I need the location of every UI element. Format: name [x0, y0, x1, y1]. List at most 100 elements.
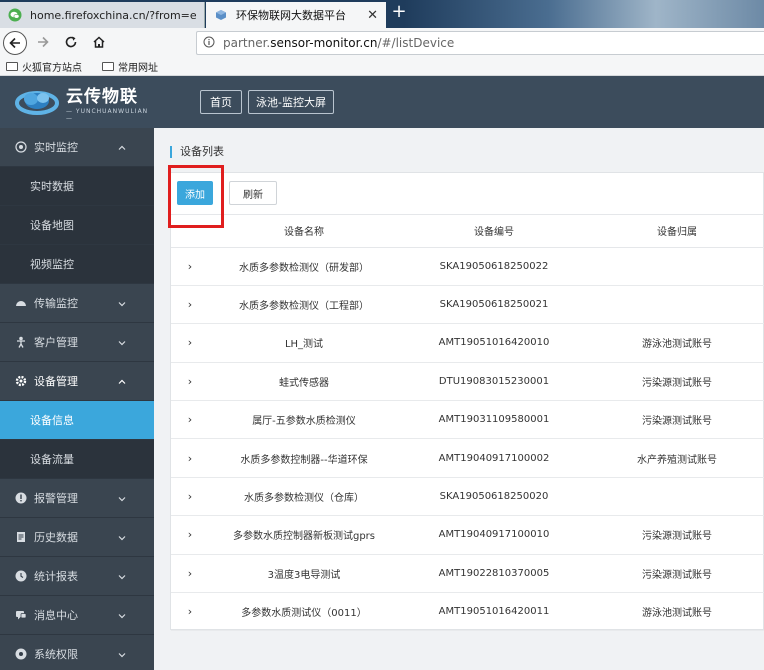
- url-host: sensor-monitor.cn: [270, 36, 378, 50]
- table-row[interactable]: › 水质多参数检测仪（仓库） SKA19050618250020: [171, 477, 764, 517]
- close-tab-icon[interactable]: ✕: [367, 8, 378, 23]
- chevron-down-icon: [118, 610, 126, 623]
- home-button[interactable]: [86, 30, 112, 56]
- sidebar-item-statistics-report[interactable]: 统计报表: [0, 557, 154, 596]
- forward-arrow-icon: [36, 35, 50, 52]
- browser-tab-platform[interactable]: 环保物联网大数据平台 ✕: [206, 2, 386, 28]
- sidebar-item-label: 报警管理: [34, 492, 78, 505]
- browser-tab-firefoxchina[interactable]: home.firefoxchina.cn/?from=extra_start: [0, 2, 205, 28]
- red-highlight-annotation: [168, 165, 224, 228]
- chevron-right-icon[interactable]: ›: [171, 477, 209, 517]
- device-owner-cell: [589, 247, 764, 286]
- new-tab-icon[interactable]: +: [390, 3, 408, 22]
- device-name-cell: 水质多参数检测仪（工程部）: [209, 285, 399, 325]
- chevron-right-icon[interactable]: ›: [171, 323, 209, 363]
- device-owner-cell: 污染源测试账号: [589, 554, 764, 594]
- chat-icon: [14, 608, 28, 622]
- table-row[interactable]: › 水质多参数检测仪（研发部） SKA19050618250022: [171, 247, 764, 286]
- sidebar-item-label: 设备信息: [30, 414, 74, 427]
- device-id-cell: SKA19050618250020: [399, 477, 589, 517]
- device-name-cell: 3温度3电导测试: [209, 554, 399, 594]
- device-id-cell: AMT19051016420011: [399, 592, 589, 632]
- url-path: /#/listDevice: [377, 36, 455, 50]
- app-logo[interactable]: 云传物联 — YUNCHUANWULIAN —: [14, 82, 154, 122]
- device-owner-cell: 游泳池测试账号: [589, 323, 764, 363]
- table-row[interactable]: › LH_测试 AMT19051016420010 游泳池测试账号: [171, 323, 764, 363]
- device-name-cell: 多参数水质控制器新板测试gprs: [209, 515, 399, 555]
- site-info-icon[interactable]: [203, 36, 215, 51]
- main-content: 设备列表 添加 刷新 设备名称 设备编号 设备归属 › 水质多参数检测仪（研发部…: [154, 128, 764, 670]
- chevron-right-icon[interactable]: ›: [171, 515, 209, 555]
- target-icon: [14, 140, 28, 154]
- sidebar-item-message-center[interactable]: 消息中心: [0, 596, 154, 635]
- device-owner-cell: 污染源测试账号: [589, 400, 764, 440]
- bookmark-common-sites[interactable]: 常用网址: [102, 59, 158, 74]
- sidebar-item-label: 统计报表: [34, 570, 78, 583]
- table-row[interactable]: › 多参数水质控制器新板测试gprs AMT19040917100010 污染源…: [171, 515, 764, 555]
- chevron-down-icon: [118, 298, 126, 311]
- sidebar-item-label: 历史数据: [34, 531, 78, 544]
- sidebar-item-label: 视频监控: [30, 258, 74, 271]
- logo-chinese: 云传物联: [66, 87, 138, 107]
- clock-icon: [14, 569, 28, 583]
- pool-monitor-screen-button[interactable]: 泳池-监控大屏: [248, 90, 334, 114]
- url-prefix: partner.: [223, 36, 271, 50]
- device-table: 设备名称 设备编号 设备归属 › 水质多参数检测仪（研发部） SKA190506…: [171, 215, 764, 632]
- table-row[interactable]: › 水质多参数检测仪（工程部） SKA19050618250021: [171, 285, 764, 325]
- folder-icon: [6, 62, 18, 71]
- sidebar-item-device-info[interactable]: 设备信息: [0, 401, 154, 440]
- sidebar-item-realtime-monitoring[interactable]: 实时监控: [0, 128, 154, 167]
- refresh-button[interactable]: 刷新: [229, 181, 277, 205]
- sidebar-item-device-management[interactable]: 设备管理: [0, 362, 154, 401]
- reload-icon: [64, 35, 78, 52]
- device-id-cell: AMT19040917100002: [399, 438, 589, 478]
- cube-icon: [214, 8, 228, 22]
- chevron-right-icon[interactable]: ›: [171, 438, 209, 478]
- alert-icon: [14, 491, 28, 505]
- chevron-right-icon[interactable]: ›: [171, 362, 209, 402]
- app-header: 云传物联 — YUNCHUANWULIAN — 首页 泳池-监控大屏: [0, 76, 764, 128]
- sidebar-item-device-traffic[interactable]: 设备流量: [0, 440, 154, 479]
- sidebar-item-transmission-monitoring[interactable]: 传输监控: [0, 284, 154, 323]
- device-name-cell: 蛙式传感器: [209, 362, 399, 402]
- chevron-right-icon[interactable]: ›: [171, 400, 209, 440]
- sidebar-item-realtime-data[interactable]: 实时数据: [0, 167, 154, 206]
- gear-icon: [14, 374, 28, 388]
- column-header-device-owner[interactable]: 设备归属: [589, 215, 764, 248]
- chevron-down-icon: [118, 493, 126, 506]
- column-header-device-id[interactable]: 设备编号: [399, 215, 589, 248]
- table-header-row: 设备名称 设备编号 设备归属: [171, 215, 764, 248]
- sidebar-item-history-data[interactable]: 历史数据: [0, 518, 154, 557]
- sidebar-item-label: 消息中心: [34, 609, 78, 622]
- chevron-right-icon[interactable]: ›: [171, 285, 209, 325]
- forward-button[interactable]: [30, 30, 56, 56]
- address-bar[interactable]: partner. sensor-monitor.cn/#/listDevice: [196, 31, 764, 55]
- home-nav-button[interactable]: 首页: [200, 90, 242, 114]
- chevron-right-icon[interactable]: ›: [171, 592, 209, 632]
- device-name-cell: 水质多参数控制器--华道环保: [209, 438, 399, 478]
- sidebar-item-system-permission[interactable]: 系统权限: [0, 635, 154, 670]
- bookmark-firefox-site[interactable]: 火狐官方站点: [6, 59, 82, 74]
- document-icon: [14, 530, 28, 544]
- reload-button[interactable]: [58, 30, 84, 56]
- sidebar-item-customer-management[interactable]: 客户管理: [0, 323, 154, 362]
- chevron-right-icon[interactable]: ›: [171, 247, 209, 286]
- table-row[interactable]: › 蛙式传感器 DTU19083015230001 污染源测试账号: [171, 362, 764, 402]
- sidebar-item-video-monitoring[interactable]: 视频监控: [0, 245, 154, 284]
- table-row[interactable]: › 多参数水质测试仪（0011） AMT19051016420011 游泳池测试…: [171, 592, 764, 632]
- folder-icon: [102, 62, 114, 71]
- logo-english: — YUNCHUANWULIAN —: [66, 108, 149, 122]
- table-row[interactable]: › 3温度3电导测试 AMT19022810370005 污染源测试账号: [171, 554, 764, 594]
- chevron-right-icon[interactable]: ›: [171, 554, 209, 594]
- tab-title: 环保物联网大数据平台: [236, 9, 346, 22]
- table-row[interactable]: › 属厅-五参数水质检测仪 AMT19031109580001 污染源测试账号: [171, 400, 764, 440]
- sidebar-item-label: 设备流量: [30, 453, 74, 466]
- column-header-device-name[interactable]: 设备名称: [209, 215, 399, 248]
- table-row[interactable]: › 水质多参数控制器--华道环保 AMT19040917100002 水产养殖测…: [171, 438, 764, 478]
- sidebar-item-alarm-management[interactable]: 报警管理: [0, 479, 154, 518]
- chevron-up-icon: [118, 142, 126, 155]
- chevron-down-icon: [118, 649, 126, 662]
- sidebar-item-device-map[interactable]: 设备地图: [0, 206, 154, 245]
- back-button[interactable]: [2, 30, 28, 56]
- device-id-cell: SKA19050618250022: [399, 247, 589, 286]
